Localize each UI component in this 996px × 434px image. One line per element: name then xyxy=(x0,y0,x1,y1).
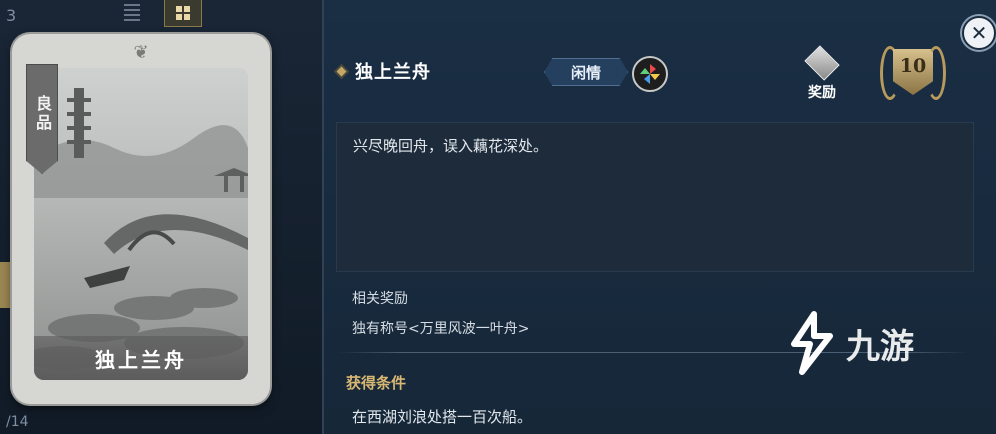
title-row: 独上兰舟 xyxy=(336,58,431,84)
condition-title: 获得条件 xyxy=(346,374,407,392)
rarity-tag: 良品 xyxy=(26,64,58,174)
watermark: 九游 xyxy=(784,310,914,376)
list-count: /14 xyxy=(6,414,29,430)
category-label: 闲情 xyxy=(570,63,601,82)
grid-view-button[interactable] xyxy=(164,0,202,27)
diamond-bullet-icon xyxy=(336,66,347,76)
close-button[interactable]: ✕ xyxy=(962,16,996,50)
achievement-title: 独上兰舟 xyxy=(355,62,431,83)
rarity-label: 良品 xyxy=(33,95,52,133)
reward-button-label: 奖励 xyxy=(808,85,836,101)
pinwheel-icon[interactable] xyxy=(632,56,668,92)
related-rewards-value: 独有称号<万里风波一叶舟> xyxy=(352,321,530,337)
laurel-right-icon xyxy=(926,46,946,100)
lake-scene-illustration xyxy=(34,68,248,380)
list-page-number: 3 xyxy=(6,6,17,25)
grid-icon xyxy=(176,6,190,20)
achievement-card: ❦ 独上兰舟 良品 xyxy=(12,34,270,404)
description-text: 兴尽晚回舟，误入藕花深处。 xyxy=(353,137,549,155)
card-name: 独上兰舟 xyxy=(34,336,248,380)
card-illustration: 独上兰舟 xyxy=(34,68,248,380)
watermark-logo-icon xyxy=(791,311,833,375)
category-badge: 闲情 xyxy=(544,58,628,86)
card-ornament-icon: ❦ xyxy=(133,42,149,63)
condition-value: 在西湖刘浪处搭一百次船。 xyxy=(352,408,533,426)
watermark-text: 九游 xyxy=(846,326,914,367)
side-tab[interactable] xyxy=(0,262,10,308)
achievement-detail-panel: 独上兰舟 闲情 奖励 10 ✕ 兴尽晚回舟，误入藕花深处。 相关奖励 独有称号<… xyxy=(322,0,996,434)
list-view-icon[interactable] xyxy=(124,4,140,22)
description-box: 兴尽晚回舟，误入藕花深处。 xyxy=(336,122,974,272)
level-badge: 10 xyxy=(876,40,950,104)
related-rewards-title: 相关奖励 xyxy=(352,291,408,307)
reward-button[interactable]: 奖励 xyxy=(794,44,850,102)
close-icon: ✕ xyxy=(970,21,988,45)
level-value: 10 xyxy=(899,55,927,77)
pinwheel-icon-graphic xyxy=(640,64,660,84)
reward-box-icon xyxy=(804,45,840,81)
